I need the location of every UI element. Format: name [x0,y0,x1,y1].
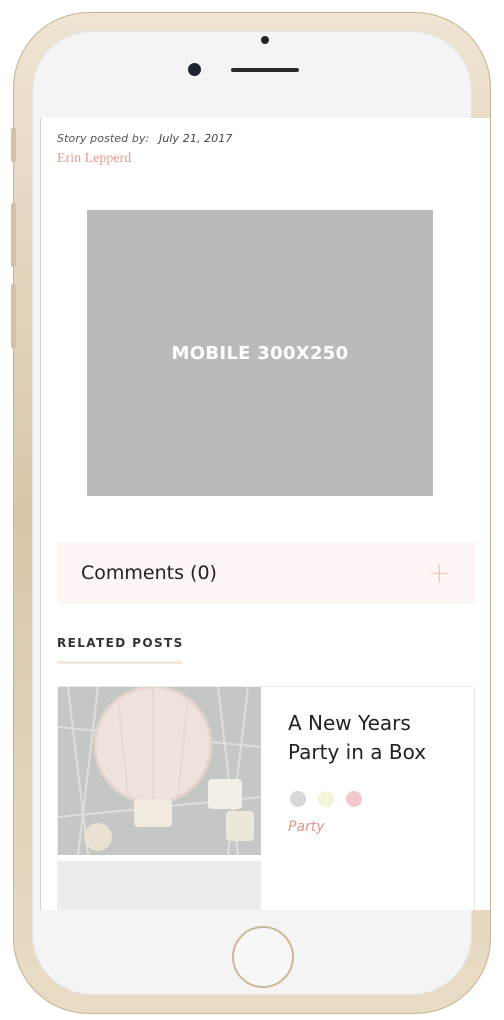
byline-meta: Story posted by: July 21, 2017 [57,132,233,145]
post-date: July 21, 2017 [158,132,233,145]
byline-prefix: Story posted by: [57,132,150,145]
party-image-icon [58,687,261,855]
mute-switch [11,128,16,162]
related-posts-underline [57,661,182,664]
related-post-card[interactable]: A New Years Party in a Box Party [57,686,475,910]
ad-placeholder[interactable]: MOBILE 300X250 [87,210,433,496]
color-swatch [290,791,306,807]
volume-down-button [11,284,16,348]
post-category-link[interactable]: Party [288,819,325,835]
proximity-sensor-icon [261,36,269,44]
color-swatches [290,791,362,807]
earpiece-speaker [231,68,299,72]
story-byline: Story posted by: July 21, 2017 Erin Lepp… [57,132,233,167]
front-camera-icon [188,63,201,76]
home-button[interactable] [232,926,294,988]
color-swatch [318,791,334,807]
post-thumbnail[interactable] [58,687,261,855]
comments-label: Comments (0) [81,562,217,584]
mobile-screen: Story posted by: July 21, 2017 Erin Lepp… [40,118,490,910]
related-posts-heading: RELATED POSTS [57,636,184,650]
color-swatch [346,791,362,807]
plus-icon[interactable]: + [428,559,451,587]
comments-toggle[interactable]: Comments (0) + [57,542,475,604]
ad-label: MOBILE 300X250 [171,342,349,364]
post-title[interactable]: A New Years Party in a Box [288,709,458,767]
post-thumbnail-secondary [58,861,261,910]
author-link[interactable]: Erin Lepperd [57,151,233,167]
volume-up-button [11,203,16,267]
